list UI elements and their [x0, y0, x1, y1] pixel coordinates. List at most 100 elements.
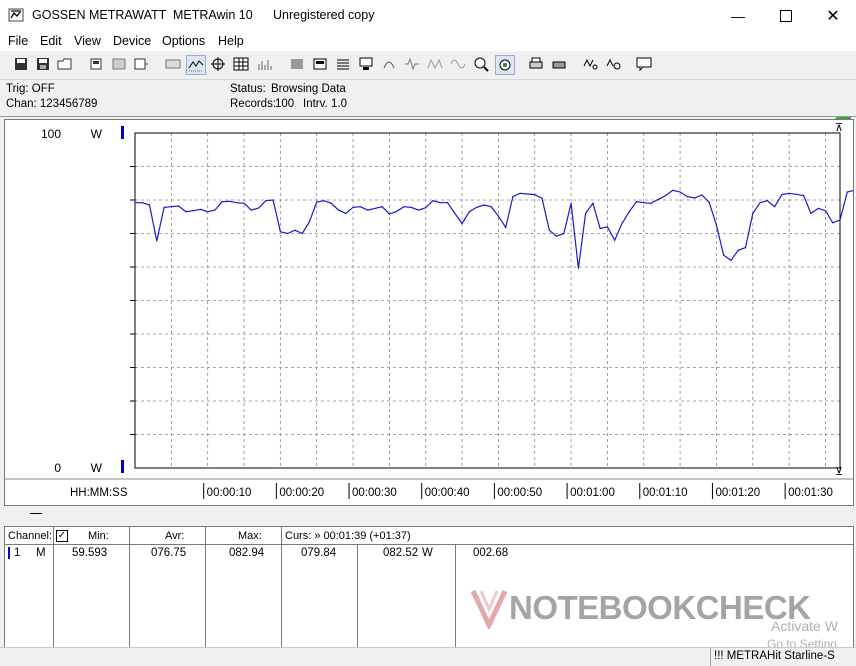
data-point	[425, 207, 427, 209]
series-points	[134, 189, 848, 269]
data-point	[294, 229, 296, 231]
device-status: !!! METRAHit Starline-S	[714, 650, 835, 662]
menu-options[interactable]: Options	[162, 34, 205, 48]
data-point	[301, 232, 303, 235]
statistics-table: Channel: ✓ Min: Avr: Max: Curs: » 00:01:…	[4, 526, 854, 651]
trigger-status: Trig: OFF	[6, 83, 55, 95]
data-point	[563, 232, 565, 235]
trend-chart[interactable]: 100 W 0 W ⊼ ⊻ HH:MM:SS 00:00:10 00:00:20 0…	[5, 120, 853, 505]
x-tick-label: 00:01:00	[570, 487, 615, 499]
data-point	[432, 200, 434, 202]
app-title: METRAwin 10	[173, 8, 253, 22]
cursor-top-icon: ⊼	[835, 121, 843, 134]
signal-icon[interactable]	[403, 55, 421, 73]
data-point	[628, 211, 630, 213]
x-axis-ticks: 00:00:10 00:00:20 00:00:30 00:00:40 00:00:50…	[203, 483, 833, 499]
data-point	[846, 191, 848, 193]
save-icon[interactable]	[34, 55, 52, 73]
data-point	[824, 210, 827, 212]
list-icon[interactable]	[334, 55, 352, 73]
channel-checkbox[interactable]: ✓	[56, 530, 68, 542]
data-point	[817, 207, 819, 209]
data-point	[243, 202, 245, 204]
header-max: Max:	[238, 530, 262, 542]
data-point	[185, 211, 187, 213]
data-point	[635, 201, 638, 203]
x-tick-label: 00:00:10	[207, 487, 252, 499]
minimize-button[interactable]: —	[715, 0, 761, 31]
y-top-label: 100	[41, 127, 61, 141]
search-signal-icon[interactable]	[582, 55, 600, 73]
panel-splitter[interactable]	[4, 506, 852, 524]
data-point	[236, 202, 238, 204]
title-bar: GOSSEN METRAWATT METRAwin 10 Unregistere…	[0, 0, 856, 32]
data-point	[737, 249, 739, 251]
settings-icon[interactable]	[495, 55, 515, 75]
channel-mask: Chan: 123456789	[6, 98, 98, 110]
records-label: Records:	[230, 98, 277, 110]
header-cursor: Curs: » 00:01:39 (+01:37)	[285, 530, 411, 542]
function-icon[interactable]	[380, 55, 398, 73]
device-online-icon[interactable]	[110, 55, 128, 73]
data-point	[505, 226, 507, 229]
close-icon: ✕	[826, 7, 840, 25]
table-view-icon[interactable]	[232, 55, 250, 73]
row-difference: 002.68	[473, 547, 509, 559]
data-point	[381, 206, 383, 208]
data-point	[410, 206, 412, 208]
close-button[interactable]: ✕	[810, 0, 856, 31]
app-icon[interactable]	[8, 7, 24, 23]
trend-view-icon[interactable]	[186, 55, 206, 75]
print-icon[interactable]	[527, 55, 545, 73]
row-cursor-2: 082.52	[383, 547, 419, 559]
sine-icon[interactable]	[449, 55, 467, 73]
menu-device[interactable]: Device	[113, 34, 151, 48]
bar-view-icon[interactable]	[256, 55, 274, 73]
data-point	[526, 193, 529, 195]
status-label: Status:	[230, 83, 266, 95]
data-point	[577, 267, 579, 269]
y-bottom-label: 0	[54, 461, 61, 475]
data-point	[163, 206, 165, 208]
data-point	[221, 201, 223, 203]
data-point	[781, 194, 783, 196]
data-point	[192, 210, 194, 212]
y-top-unit: W	[91, 127, 103, 141]
menu-file[interactable]: File	[8, 34, 28, 48]
data-point	[403, 206, 405, 208]
chart-panel[interactable]: 100 W 0 W ⊼ ⊻ HH:MM:SS 00:00:10 00:00:20 0…	[4, 119, 854, 506]
data-point	[308, 221, 311, 223]
row-max: 082.94	[229, 547, 265, 559]
header-channel: Channel:	[8, 530, 53, 542]
data-point	[701, 194, 703, 196]
print-setup-icon[interactable]	[550, 55, 568, 73]
folder-icon[interactable]	[56, 55, 74, 73]
toolbar	[0, 51, 856, 129]
menu-view[interactable]: View	[74, 34, 101, 48]
data-point	[766, 200, 768, 202]
open-icon[interactable]	[12, 55, 30, 73]
wave-icon[interactable]	[426, 55, 444, 73]
data-point	[446, 202, 449, 204]
x-tick-label: 00:01:20	[715, 487, 760, 499]
analyze-icon[interactable]	[605, 55, 623, 73]
zoom-icon[interactable]	[472, 55, 490, 73]
cursor-bottom-icon: ⊻	[835, 465, 843, 478]
device-write-icon[interactable]	[132, 55, 150, 73]
device-read-icon[interactable]	[88, 55, 106, 73]
data-point	[359, 206, 361, 208]
computer-icon[interactable]	[357, 55, 375, 73]
status-value: Browsing Data	[271, 83, 346, 95]
print-preview-icon[interactable]	[311, 55, 329, 73]
records-value: 100	[275, 98, 295, 110]
export-icon[interactable]	[288, 55, 306, 73]
crosshair-icon[interactable]	[209, 55, 227, 73]
keyboard-icon[interactable]	[164, 55, 182, 73]
menu-help[interactable]: Help	[218, 34, 244, 48]
comment-icon[interactable]	[635, 55, 653, 73]
maximize-button[interactable]	[763, 0, 809, 31]
x-tick-label: 00:00:20	[279, 487, 324, 499]
data-point	[686, 196, 688, 198]
menu-edit[interactable]: Edit	[40, 34, 62, 48]
channel-color-marker	[8, 547, 10, 559]
